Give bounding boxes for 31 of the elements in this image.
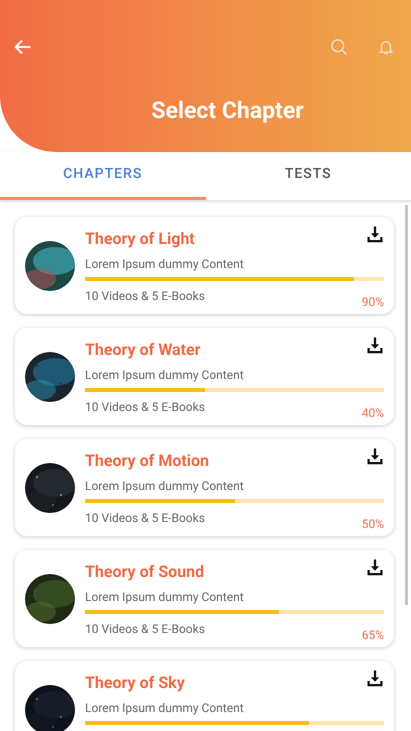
chapter-title: Theory of Water (85, 339, 201, 361)
chapter-meta: 10 Videos & 5 E-Books (85, 510, 205, 527)
chapter-meta: 10 Videos & 5 E-Books (85, 621, 205, 638)
chapter-meta: 10 Videos & 5 E-Books (85, 399, 205, 416)
chapter-title: Theory of Sky (85, 672, 185, 694)
chapter-subtitle: Lorem Ipsum dummy Content (85, 478, 245, 495)
download-icon[interactable] (366, 336, 384, 354)
tab[interactable]: TESTS (206, 152, 411, 200)
progress-percent: 40% (362, 405, 384, 422)
chapter-card[interactable]: Theory of Motion Lorem Ipsum dummy Content 10 Videos & 5 E-Books 50% (15, 439, 394, 536)
chapter-card[interactable]: Theory of Water Lorem Ipsum dummy Content 10 Videos & 5 E-Books 40% (15, 328, 394, 425)
progress-percent: 65% (362, 627, 384, 644)
chapter-subtitle: Lorem Ipsum dummy Content (85, 700, 245, 717)
download-icon[interactable] (366, 558, 384, 576)
download-icon[interactable] (366, 669, 384, 687)
chapter-title: Theory of Light (85, 228, 195, 250)
chapter-card[interactable]: Theory of Sound Lorem Ipsum dummy Content 10 Videos & 5 E-Books 65% (15, 550, 394, 647)
chapter-title: Theory of Sound (85, 561, 204, 583)
chapter-title: Theory of Motion (85, 450, 209, 472)
chapter-card[interactable]: Theory of Sky Lorem Ipsum dummy Content (15, 661, 394, 731)
chapter-subtitle: Lorem Ipsum dummy Content (85, 367, 245, 384)
progress-percent: 50% (362, 516, 384, 533)
chapter-subtitle: Lorem Ipsum dummy Content (85, 589, 245, 606)
download-icon[interactable] (366, 447, 384, 465)
download-icon[interactable] (366, 225, 384, 243)
chapter-meta: 10 Videos & 5 E-Books (85, 288, 205, 305)
chapter-subtitle: Lorem Ipsum dummy Content (85, 256, 245, 273)
chapter-card[interactable]: Theory of Light Lorem Ipsum dummy Content 10 Videos & 5 E-Books 90% (15, 217, 394, 314)
progress-percent: 90% (362, 294, 384, 311)
tab[interactable]: CHAPTERS (0, 152, 206, 200)
page-title: Select Chapter (151, 96, 304, 126)
